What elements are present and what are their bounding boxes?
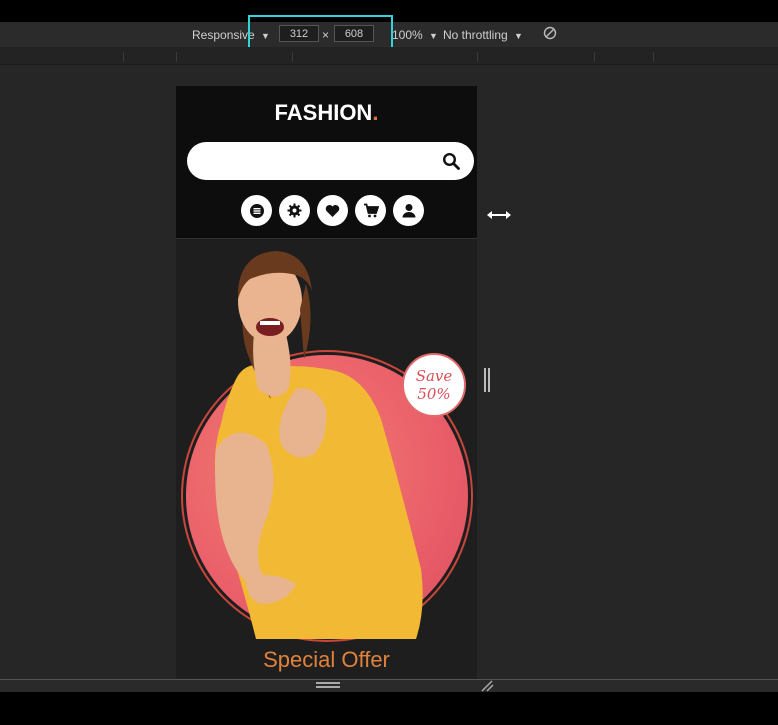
media-query-ruler: [0, 47, 778, 65]
zoom-dropdown[interactable]: 100% ▼: [392, 28, 438, 42]
search-input[interactable]: [187, 142, 474, 180]
discount-badge: Save 50%: [402, 353, 466, 417]
viewport-height-resize-handle[interactable]: [316, 682, 340, 688]
device-viewport: FASHION. Save 50% Special Offer: [176, 86, 477, 680]
search-icon[interactable]: [442, 152, 460, 170]
brand-dot: .: [372, 100, 379, 125]
badge-text-save: Save: [415, 367, 453, 385]
site-logo[interactable]: FASHION.: [176, 100, 477, 126]
throttling-dropdown[interactable]: No throttling ▼: [443, 28, 523, 42]
menu-icon: [249, 203, 264, 218]
chevron-down-icon: ▼: [429, 31, 438, 41]
heart-icon: [325, 204, 340, 217]
horizontal-resize-icon[interactable]: [486, 208, 512, 222]
site-header: FASHION.: [176, 86, 477, 239]
settings-icon: [287, 203, 302, 218]
model-photo: [214, 251, 423, 639]
bottom-black-frame: [0, 692, 778, 725]
chevron-down-icon: ▼: [514, 31, 523, 41]
viewport-width-resize-handle[interactable]: [484, 368, 490, 392]
throttling-label: No throttling: [443, 28, 508, 42]
rotate-icon[interactable]: [543, 26, 557, 43]
menu-button[interactable]: [241, 195, 272, 226]
badge-text-percent: 50%: [417, 385, 451, 403]
wishlist-button[interactable]: [317, 195, 348, 226]
settings-button[interactable]: [279, 195, 310, 226]
header-icon-row: [241, 195, 431, 227]
hero-section: Save 50%: [176, 239, 477, 680]
cart-button[interactable]: [355, 195, 386, 226]
device-mode-label: Responsive: [192, 28, 255, 42]
account-button[interactable]: [393, 195, 424, 226]
user-icon: [402, 204, 415, 218]
special-offer-heading: Special Offer: [263, 647, 390, 672]
cart-icon: [363, 203, 379, 218]
zoom-label: 100%: [392, 28, 423, 42]
corner-resize-icon[interactable]: [480, 680, 494, 692]
brand-name: FASHION: [274, 100, 373, 125]
viewport-bottom-bar: [0, 680, 778, 692]
